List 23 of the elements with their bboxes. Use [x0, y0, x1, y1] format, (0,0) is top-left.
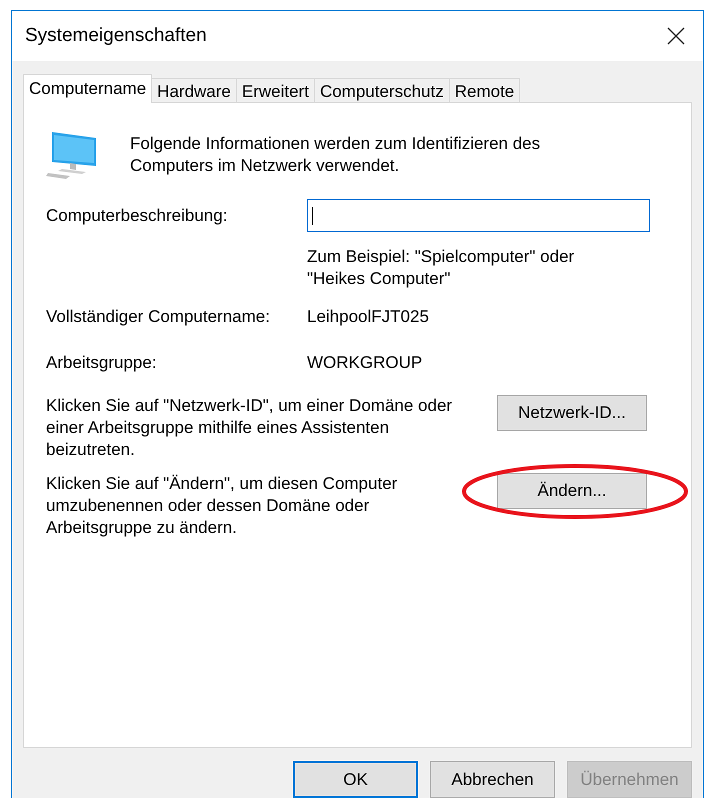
window-title: Systemeigenschaften	[25, 24, 207, 48]
text-cursor	[312, 206, 313, 224]
info-value: WORKGROUP	[307, 352, 422, 374]
info-value: LeihpoolFJT025	[307, 306, 429, 328]
dialog-button[interactable]: Abbrechen	[430, 761, 555, 798]
action-description: Klicken Sie auf "Netzwerk-ID", um einer Domäne oder einer Arbeitsgruppe mithilfe eines Assistenten beizutreten.	[46, 395, 454, 461]
tab[interactable]: Hardware	[152, 78, 237, 102]
action-description: Klicken Sie auf "Ändern", um diesen Computer umzubenennen oder dessen Domäne oder Arbeitsgruppe zu ändern.	[46, 473, 398, 539]
tab[interactable]: Remote	[450, 78, 520, 102]
field-label: Computerbeschreibung:	[46, 204, 228, 227]
description-field[interactable]	[307, 199, 650, 232]
info-label: Vollständiger Computername:	[46, 306, 271, 328]
intro-text: Folgende Informationen werden zum Identifizieren des Computers im Netzwerk verwendet.	[130, 133, 542, 177]
tab[interactable]: Computerschutz	[314, 78, 450, 102]
dialog-button[interactable]: OK	[293, 761, 418, 798]
info-label: Arbeitsgruppe:	[46, 352, 158, 374]
action-button[interactable]: Ändern...	[497, 473, 647, 509]
action-button[interactable]: Netzwerk-ID...	[497, 395, 647, 431]
tab[interactable]: Computername	[23, 74, 152, 103]
close-icon[interactable]	[667, 27, 685, 45]
hint-text: Zum Beispiel: "Spielcomputer" oder "Heikes Computer"	[307, 246, 576, 290]
tab[interactable]: Erweitert	[236, 78, 315, 102]
computer-icon	[46, 130, 98, 180]
